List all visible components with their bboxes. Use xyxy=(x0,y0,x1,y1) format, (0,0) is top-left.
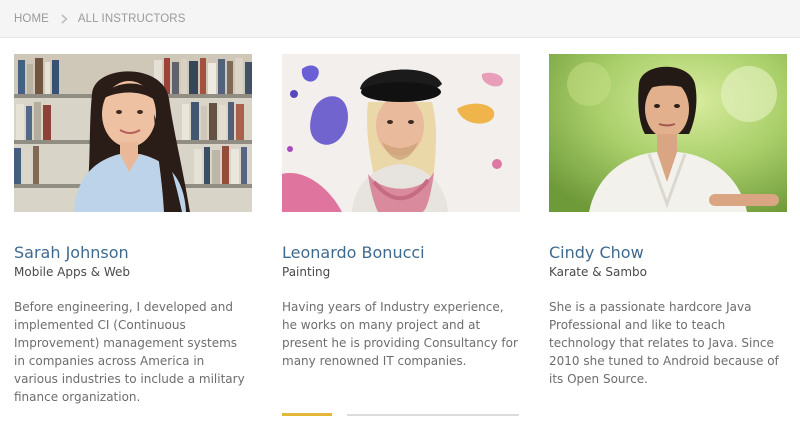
carousel-page-indicator[interactable] xyxy=(347,414,519,416)
breadcrumb: HOME ALL INSTRUCTORS xyxy=(0,0,800,38)
breadcrumb-current: ALL INSTRUCTORS xyxy=(77,12,186,25)
instructor-bio: She is a passionate hardcore Java Profes… xyxy=(549,300,779,386)
instructor-photo[interactable] xyxy=(14,54,252,212)
instructor-name-link[interactable]: Sarah Johnson xyxy=(14,243,129,262)
instructor-photo[interactable] xyxy=(282,54,520,212)
instructor-bio: Before engineering, I developed and impl… xyxy=(14,300,245,404)
breadcrumb-home-link[interactable]: HOME xyxy=(14,13,49,25)
instructor-bio: Having years of Industry experience, he … xyxy=(282,300,518,368)
instructor-name-link[interactable]: Leonardo Bonucci xyxy=(282,243,425,262)
instructor-subject: Mobile Apps & Web xyxy=(14,265,131,279)
instructor-name-link[interactable]: Cindy Chow xyxy=(549,243,644,262)
chevron-right-icon xyxy=(61,13,68,24)
instructor-subject: Painting xyxy=(282,265,331,279)
instructor-subject: Karate & Sambo xyxy=(549,265,647,279)
instructor-photo[interactable] xyxy=(549,54,787,212)
carousel-page-indicator-active[interactable] xyxy=(282,413,332,416)
